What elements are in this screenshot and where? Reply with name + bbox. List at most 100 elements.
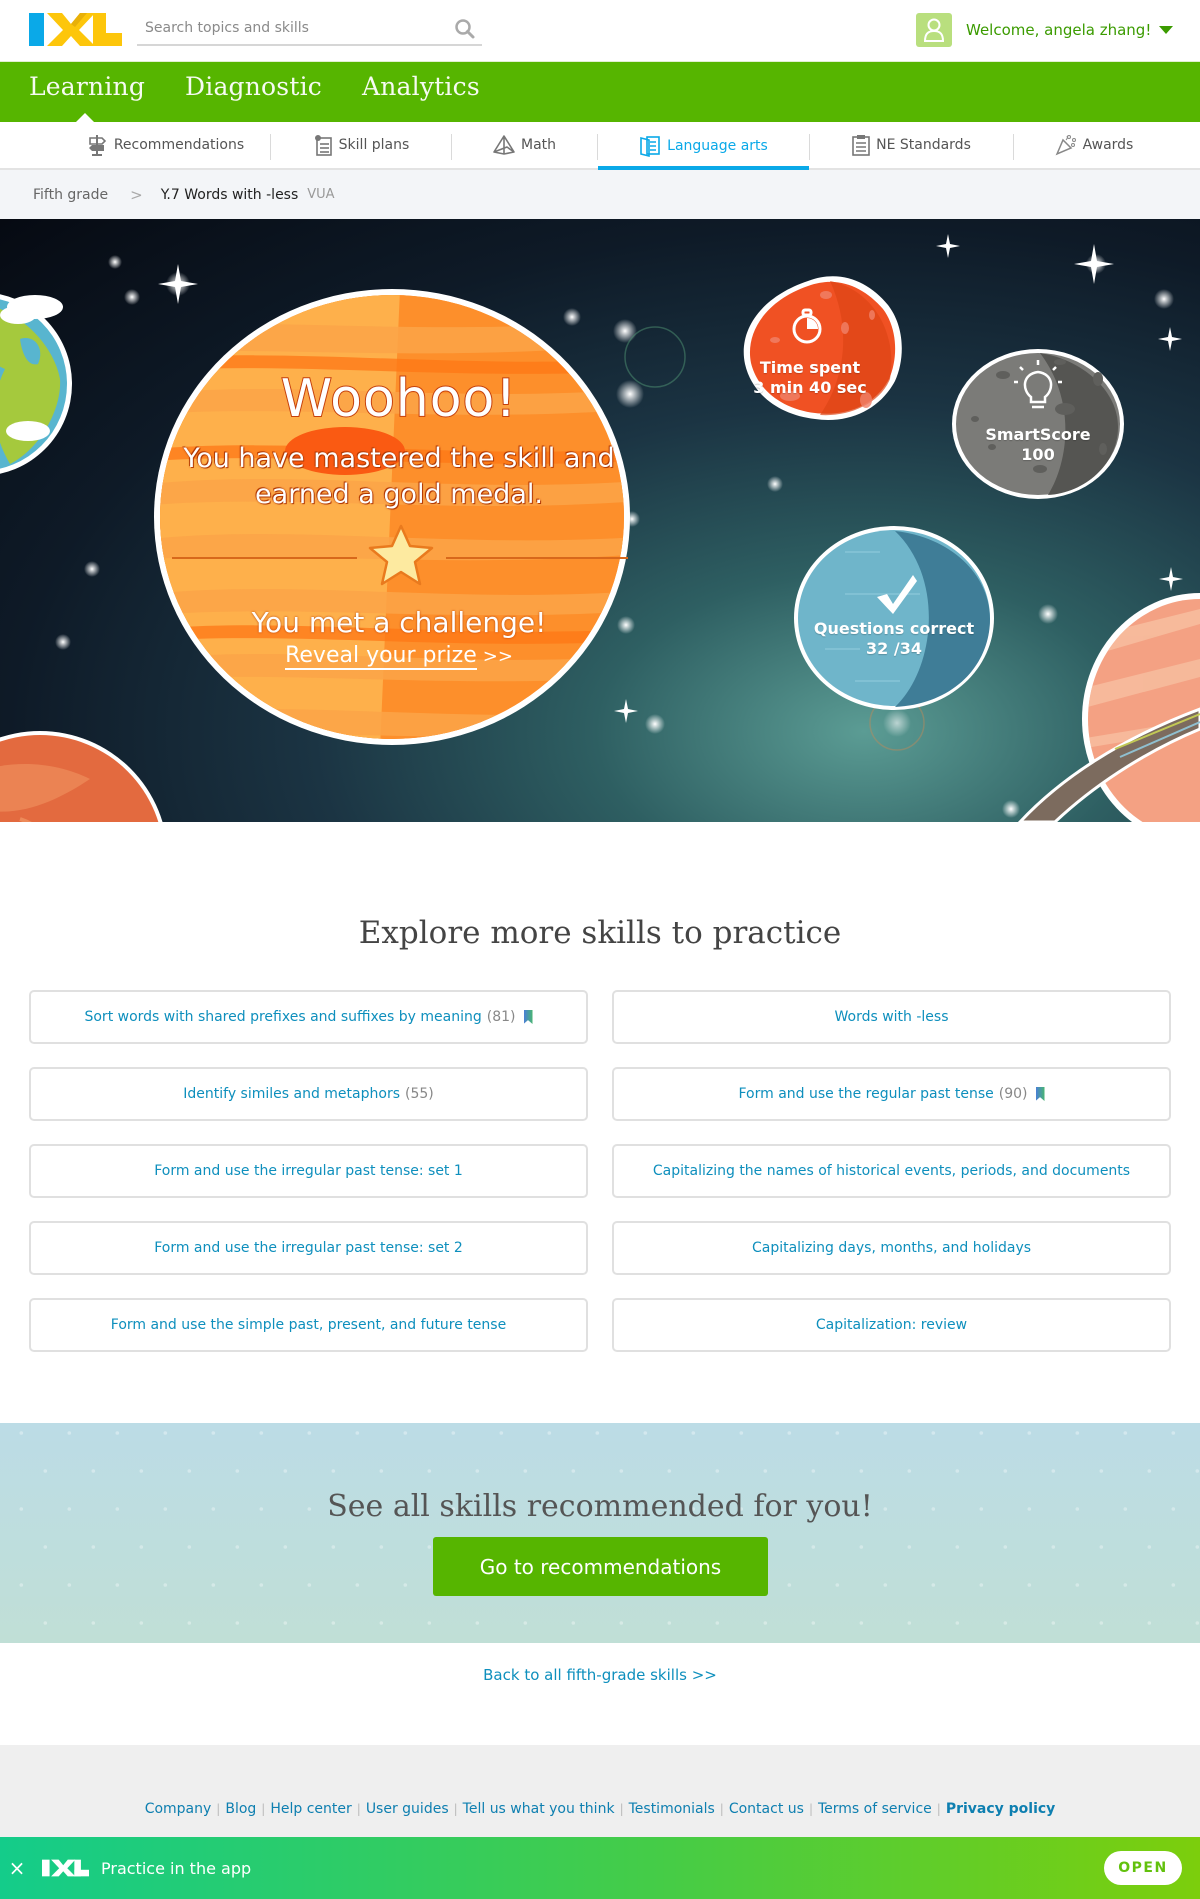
explore-title: Explore more skills to practice [358, 915, 842, 951]
tab-label: Skill plans [338, 137, 410, 153]
nav-analytics[interactable]: Analytics [362, 72, 480, 101]
party-popper-icon [1055, 135, 1076, 156]
open-app-button[interactable]: OPEN [1104, 1851, 1182, 1885]
breadcrumb-parent[interactable]: Fifth grade [33, 187, 108, 203]
footer-link[interactable]: Company [145, 1801, 212, 1817]
search-input[interactable] [137, 13, 437, 43]
tab-awards[interactable]: Awards [1014, 122, 1174, 168]
stat-label: SmartScore [985, 425, 1091, 444]
footer-link[interactable]: Tell us what you think [463, 1801, 615, 1817]
skill-code: VUA [307, 187, 335, 202]
skill-card[interactable]: Capitalization: review [612, 1298, 1171, 1352]
skill-card[interactable]: Sort words with shared prefixes and suff… [29, 990, 588, 1044]
skill-card[interactable]: Form and use the simple past, present, a… [29, 1298, 588, 1352]
tab-recommendations[interactable]: Recommendations [60, 122, 270, 168]
breadcrumb: Fifth grade > Y.7 Words with -less VUA [0, 170, 1200, 219]
footer-links: Company | Blog | Help center | User guides | Tel… [0, 1801, 1200, 1817]
skill-name: Form and use the regular past tense [738, 1086, 994, 1102]
footer-separator: | [719, 1802, 724, 1816]
tab-label: Math [520, 137, 557, 153]
recommendations-title: See all skills recommended for you! [327, 1489, 873, 1524]
skill-card[interactable]: Words with -less [612, 990, 1171, 1044]
tab-language-arts[interactable]: Language arts [598, 122, 809, 170]
go-to-recommendations-button[interactable]: Go to recommendations [433, 1537, 768, 1596]
skill-name: Capitalization: review [815, 1317, 968, 1333]
ixl-logo[interactable] [29, 13, 122, 46]
sub-nav: Recommendations Skill plans Math Languag… [0, 122, 1200, 170]
stat-value: 100 [1021, 445, 1055, 464]
nav-diagnostic[interactable]: Diagnostic [185, 72, 322, 101]
double-chevron-icon[interactable]: >> [483, 646, 513, 667]
footer-link[interactable]: Terms of service [818, 1801, 932, 1817]
footer-separator: | [453, 1802, 458, 1816]
tab-skill-plans[interactable]: Skill plans [271, 122, 451, 168]
footer-link[interactable]: Contact us [729, 1801, 804, 1817]
stat-time-spent: Time spent 3 min 40 sec [740, 358, 880, 398]
tab-label: Awards [1082, 137, 1134, 153]
jupiter-planet [154, 289, 630, 745]
footer-separator: | [808, 1802, 813, 1816]
user-menu[interactable]: Welcome, angela zhang! [916, 13, 1174, 47]
footer-separator: | [356, 1802, 361, 1816]
mastered-message: You have mastered the skill and earned a… [183, 443, 615, 510]
stat-value: 32 /34 [866, 639, 922, 658]
stat-label: Time spent [759, 358, 861, 377]
footer-link[interactable]: Blog [225, 1801, 256, 1817]
avatar[interactable] [916, 13, 952, 47]
tab-math[interactable]: Math [452, 122, 597, 168]
mars-planet [0, 731, 163, 822]
smartscore-moon [952, 349, 1124, 499]
close-icon[interactable]: × [8, 1856, 26, 1880]
user-icon [923, 18, 945, 42]
recommendations-banner: See all skills recommended for you! Go t… [0, 1423, 1200, 1643]
skill-card[interactable]: Identify similes and metaphors (55) [29, 1067, 588, 1121]
tab-label: Language arts [667, 138, 768, 154]
time-asteroid [743, 276, 902, 420]
dot-pattern [19, 1431, 1200, 1625]
back-to-skills-link[interactable]: Back to all fifth-grade skills >> [0, 1666, 1200, 1684]
skill-name: Form and use the irregular past tense: s… [154, 1240, 463, 1256]
skill-card[interactable]: Form and use the regular past tense (90) [612, 1067, 1171, 1121]
question-count: (55) [405, 1086, 434, 1102]
checklist-icon [852, 135, 870, 156]
skill-name: Capitalizing the names of historical eve… [652, 1163, 1131, 1179]
stat-label: Questions correct [813, 619, 975, 638]
skill-card[interactable]: Form and use the irregular past tense: s… [29, 1144, 588, 1198]
footer-link[interactable]: Help center [270, 1801, 351, 1817]
skill-name: Sort words with shared prefixes and suff… [84, 1009, 482, 1025]
skill-name: Form and use the simple past, present, a… [110, 1317, 507, 1333]
skill-name: Identify similes and metaphors [183, 1086, 400, 1102]
question-count: (90) [998, 1086, 1028, 1102]
signpost-icon [88, 135, 106, 156]
book-icon [640, 136, 660, 157]
question-count: (81) [486, 1009, 516, 1025]
clipboard-list-icon [314, 135, 332, 156]
skill-card[interactable]: Capitalizing days, months, and holidays [612, 1221, 1171, 1275]
search-icon[interactable] [454, 18, 476, 40]
space-illustration [0, 234, 1200, 822]
top-header: Welcome, angela zhang! [0, 0, 1200, 61]
questions-planet [794, 526, 994, 710]
caret-down-icon[interactable] [1159, 26, 1174, 34]
reveal-prize-link[interactable]: Reveal your prize [285, 643, 477, 670]
footer-separator: | [261, 1802, 266, 1816]
app-banner: × Practice in the app OPEN [0, 1837, 1200, 1899]
ixl-logo-white [42, 1859, 89, 1877]
tab-ne-standards[interactable]: NE Standards [810, 122, 1013, 168]
footer-link[interactable]: Privacy policy [946, 1801, 1056, 1817]
welcome-text[interactable]: Welcome, angela zhang! [966, 21, 1151, 39]
headline: Woohoo! [280, 368, 518, 430]
skill-name: Form and use the irregular past tense: s… [154, 1163, 463, 1179]
breadcrumb-current: Y.7 Words with -less [160, 186, 299, 203]
challenge-message: You met a challenge! [251, 606, 547, 639]
nav-learning[interactable]: Learning [29, 72, 145, 101]
skill-card[interactable]: Capitalizing the names of historical eve… [612, 1144, 1171, 1198]
stat-questions-correct: Questions correct 32 /34 [804, 619, 984, 659]
footer-separator: | [619, 1802, 624, 1816]
footer-link[interactable]: Testimonials [629, 1801, 715, 1817]
footer-separator: | [936, 1802, 941, 1816]
footer-link[interactable]: User guides [366, 1801, 449, 1817]
search-box[interactable] [137, 13, 482, 46]
bookmark-icon [1035, 1087, 1045, 1101]
skill-card[interactable]: Form and use the irregular past tense: s… [29, 1221, 588, 1275]
